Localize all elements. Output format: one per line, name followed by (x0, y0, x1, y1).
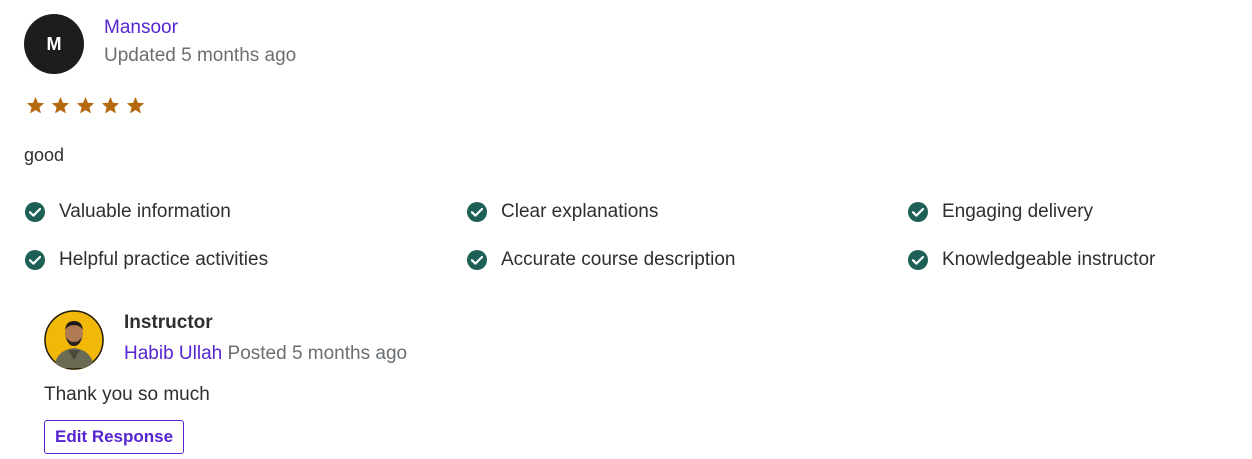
response-header: Instructor Habib Ullah Posted 5 months a… (44, 310, 407, 370)
edit-response-button[interactable]: Edit Response (44, 420, 185, 454)
check-circle-icon (24, 201, 46, 223)
response-byline: Habib Ullah Posted 5 months ago (124, 343, 407, 365)
check-circle-icon (466, 201, 488, 223)
check-circle-icon (907, 249, 929, 271)
star-icon (76, 97, 95, 115)
instructor-name-link[interactable]: Habib Ullah (124, 343, 222, 364)
reviewer-avatar: M (24, 14, 84, 74)
review-tag-label: Helpful practice activities (59, 249, 269, 270)
reviewer-avatar-initial: M (46, 33, 62, 54)
check-circle-icon (907, 201, 929, 223)
instructor-photo (44, 310, 104, 370)
star-icon (51, 97, 70, 115)
review-tag: Helpful practice activities (24, 249, 466, 271)
review-tag-label: Knowledgeable instructor (942, 249, 1156, 270)
review-tag: Knowledgeable instructor (907, 249, 1234, 271)
star-icon (101, 97, 120, 115)
reviewer-header: M Mansoor Updated 5 months ago (24, 14, 1234, 74)
star-icon (26, 97, 45, 115)
review-tag: Clear explanations (466, 201, 907, 223)
reviewer-meta: Mansoor Updated 5 months ago (104, 14, 296, 67)
reviewer-name-link[interactable]: Mansoor (104, 17, 296, 39)
review-tag-label: Engaging delivery (942, 201, 1094, 222)
response-posted-time: Posted 5 months ago (227, 343, 408, 364)
star-icon (126, 97, 145, 115)
review-tag: Accurate course description (466, 249, 907, 271)
instructor-response: Instructor Habib Ullah Posted 5 months a… (44, 310, 407, 454)
review-tag-label: Clear explanations (501, 201, 659, 222)
review-text: good (24, 145, 65, 165)
review-tag-label: Valuable information (59, 201, 231, 222)
review-tags: Valuable information Clear explanations … (24, 201, 1234, 271)
response-meta: Instructor Habib Ullah Posted 5 months a… (124, 310, 407, 365)
review-card: M Mansoor Updated 5 months ago good Valu… (24, 14, 1234, 271)
response-text: Thank you so much (44, 384, 210, 405)
review-tag: Engaging delivery (907, 201, 1234, 223)
review-tag-label: Accurate course description (501, 249, 736, 270)
response-role-label: Instructor (124, 312, 213, 333)
review-updated-time: Updated 5 months ago (104, 45, 297, 66)
check-circle-icon (466, 249, 488, 271)
check-circle-icon (24, 249, 46, 271)
star-rating (26, 96, 1234, 116)
instructor-avatar (44, 310, 104, 370)
review-tag: Valuable information (24, 201, 466, 223)
